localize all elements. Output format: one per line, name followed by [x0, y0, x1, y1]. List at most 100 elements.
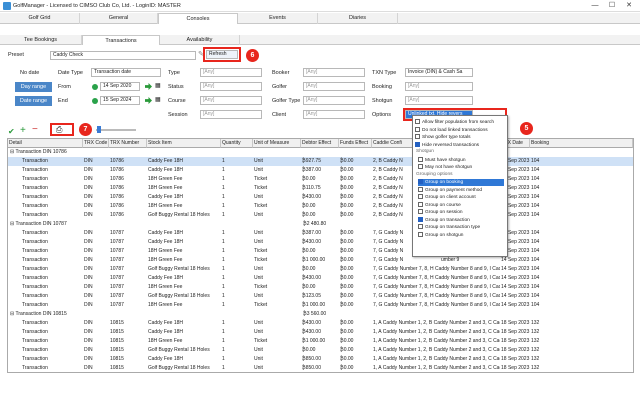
table-row[interactable]: Transaction DIN 10786 18H Green Fee 1 Ticket ₿…	[8, 202, 633, 211]
option-item[interactable]: Show golfer type totals	[415, 134, 507, 141]
checkbox-icon[interactable]	[418, 194, 423, 200]
column-header[interactable]: TRX Number	[109, 139, 147, 148]
checkbox-icon[interactable]	[418, 156, 423, 162]
from-next-arrow-icon[interactable]	[145, 83, 152, 90]
from-date-input[interactable]: 14 Sep 2020	[100, 82, 140, 91]
grouping-option[interactable]: Group on session	[418, 209, 504, 216]
checkbox-icon[interactable]	[418, 164, 423, 170]
table-row[interactable]: Transaction DIN 10787 18H Green Fee 1 Ticket ₿…	[8, 256, 633, 265]
preset-select[interactable]: Caddy Check	[50, 51, 196, 60]
remove-button[interactable]: −	[32, 124, 38, 135]
group-row[interactable]: ⊟ Transaction DIN 10786	[8, 148, 633, 157]
column-header[interactable]: Detail	[8, 139, 83, 148]
date-range-button[interactable]: Date range	[15, 96, 52, 106]
type-select[interactable]: [Any]	[200, 68, 262, 77]
table-row[interactable]: Transaction DIN 10815 Caddy Fee 18H 1 Unit ₿85…	[8, 355, 633, 364]
checkbox-icon[interactable]	[415, 119, 420, 125]
zoom-slider-thumb[interactable]	[97, 126, 101, 133]
table-row[interactable]: Transaction DIN 10786 Golf Buggy Rental 18 …	[8, 211, 633, 220]
column-header[interactable]: Stock Item	[147, 139, 221, 148]
table-row[interactable]: Transaction DIN 10815 Caddy Fee 18H 1 Unit ₿43…	[8, 319, 633, 328]
tab-consoles[interactable]: Consoles	[158, 13, 238, 24]
table-row[interactable]: Transaction DIN 10815 Golf Buggy Rental 18 …	[8, 364, 633, 372]
tab-availability[interactable]: Availability	[160, 35, 240, 45]
booking-input[interactable]: [Any]	[405, 82, 473, 91]
option-item[interactable]: Allow filter population from search	[415, 119, 507, 126]
golfer-input[interactable]: [Any]	[303, 82, 365, 91]
tab-events[interactable]: Events	[238, 13, 318, 24]
table-row[interactable]: Transaction DIN 10787 18H Green Fee 1 Ticket ₿…	[8, 283, 633, 292]
session-select[interactable]: [Any]	[200, 110, 262, 119]
checkbox-icon[interactable]	[418, 179, 423, 185]
table-row[interactable]: Transaction DIN 10787 Caddy Fee 18H 1 Unit ₿43…	[8, 274, 633, 283]
tab-transactions[interactable]: Transactions	[82, 35, 160, 45]
grouping-option[interactable]: Group on transaction	[418, 216, 504, 224]
minimize-button[interactable]: —	[588, 1, 602, 10]
course-select[interactable]: [Any]	[200, 96, 262, 105]
option-item[interactable]: Do not load linked transactions	[415, 126, 507, 134]
checkbox-icon[interactable]	[415, 134, 420, 140]
no-date-label[interactable]: No date	[20, 70, 39, 76]
grouping-option[interactable]: Group on booking	[418, 179, 504, 186]
golfer-type-select[interactable]: [Any]	[303, 96, 365, 105]
checkbox-icon[interactable]	[418, 201, 423, 207]
grouping-option[interactable]: Group on client account	[418, 194, 504, 201]
group-row[interactable]: ⊟ Transaction DIN 10787 ₿2 480.80	[8, 220, 633, 229]
zoom-slider[interactable]	[96, 129, 136, 131]
checkbox-icon[interactable]	[418, 224, 423, 230]
maximize-button[interactable]: ☐	[605, 1, 619, 10]
option-item[interactable]: Hide reversed transactions	[415, 141, 507, 149]
close-button[interactable]: ✕	[622, 1, 636, 10]
table-row[interactable]: Transaction DIN 10787 18H Green Fee 1 Ticket ₿…	[8, 301, 633, 310]
end-enabled-icon[interactable]	[92, 98, 98, 104]
add-button[interactable]: +	[20, 125, 26, 136]
check-icon[interactable]: ✔	[8, 127, 15, 136]
table-row[interactable]: Transaction DIN 10815 18H Green Fee 1 Ticket ₿…	[8, 337, 633, 346]
group-row[interactable]: ⊟ Transaction DIN 10815 ₿3 560.00	[8, 310, 633, 319]
table-row[interactable]: Transaction DIN 10786 18H Green Fee 1 Ticket ₿…	[8, 184, 633, 193]
status-select[interactable]: [Any]	[200, 82, 262, 91]
date-type-select[interactable]: Transaction date	[91, 68, 161, 77]
column-header[interactable]: Debtor Effect	[301, 139, 339, 148]
checkbox-icon[interactable]	[415, 126, 420, 132]
tab-general[interactable]: General	[80, 13, 158, 24]
print-icon[interactable]: ⎙	[56, 125, 62, 135]
tab-golf-grid[interactable]: Golf Grid	[0, 13, 80, 24]
client-input[interactable]: [Any]	[303, 110, 365, 119]
table-row[interactable]: Transaction DIN 10786 Caddy Fee 18H 1 Unit ₿92…	[8, 157, 633, 166]
column-header[interactable]: TRX Code	[83, 139, 109, 148]
table-row[interactable]: Transaction DIN 10815 Caddy Fee 18H 1 Unit ₿43…	[8, 328, 633, 337]
shotgun-select[interactable]: [Any]	[405, 96, 473, 105]
column-header[interactable]: Quantity	[221, 139, 253, 148]
column-header[interactable]: Unit of Measure	[253, 139, 301, 148]
table-row[interactable]: Transaction DIN 10786 Caddy Fee 18H 1 Unit ₿38…	[8, 166, 633, 175]
from-calendar-icon[interactable]: ▦	[155, 82, 161, 89]
shotgun-option[interactable]: May not have shotgun	[418, 164, 510, 171]
table-row[interactable]: Transaction DIN 10787 18H Green Fee 1 Ticket ₿…	[8, 247, 633, 256]
txn-type-select[interactable]: Invoice (DIN) & Cash Sa	[405, 68, 473, 77]
table-row[interactable]: Transaction DIN 10787 Caddy Fee 18H 1 Unit ₿38…	[8, 229, 633, 238]
tab-diaries[interactable]: Diaries	[318, 13, 398, 24]
end-date-input[interactable]: 15 Sep 2024	[100, 96, 140, 105]
refresh-button[interactable]: Refresh	[206, 50, 238, 59]
grouping-option[interactable]: Group on transaction type	[418, 224, 504, 231]
grouping-option[interactable]: Group on payment method	[418, 186, 504, 194]
from-enabled-icon[interactable]	[92, 84, 98, 90]
table-row[interactable]: Transaction DIN 10815 Golf Buggy Rental 18 …	[8, 346, 633, 355]
checkbox-icon[interactable]	[418, 231, 423, 237]
booker-input[interactable]: [Any]	[303, 68, 365, 77]
end-next-arrow-icon[interactable]	[145, 97, 152, 104]
end-calendar-icon[interactable]: ▦	[155, 96, 161, 103]
checkbox-icon[interactable]	[418, 216, 423, 222]
day-range-button[interactable]: Day range	[15, 82, 52, 92]
tab-tee-bookings[interactable]: Tee Bookings	[0, 35, 82, 45]
column-header[interactable]: Funds Effect	[339, 139, 372, 148]
column-header[interactable]: Booking	[530, 139, 633, 148]
table-row[interactable]: Transaction DIN 10787 Golf Buggy Rental 18 …	[8, 292, 633, 301]
table-row[interactable]: Transaction DIN 10787 Golf Buggy Rental 18 …	[8, 265, 633, 274]
grouping-option[interactable]: Group on course	[418, 201, 504, 209]
table-row[interactable]: Transaction DIN 10786 18H Green Fee 1 Ticket ₿…	[8, 175, 633, 184]
table-row[interactable]: Transaction DIN 10787 Caddy Fee 18H 1 Unit ₿43…	[8, 238, 633, 247]
shotgun-option[interactable]: Must have shotgun	[418, 156, 510, 164]
grouping-option[interactable]: Group on shotgun	[418, 231, 504, 239]
